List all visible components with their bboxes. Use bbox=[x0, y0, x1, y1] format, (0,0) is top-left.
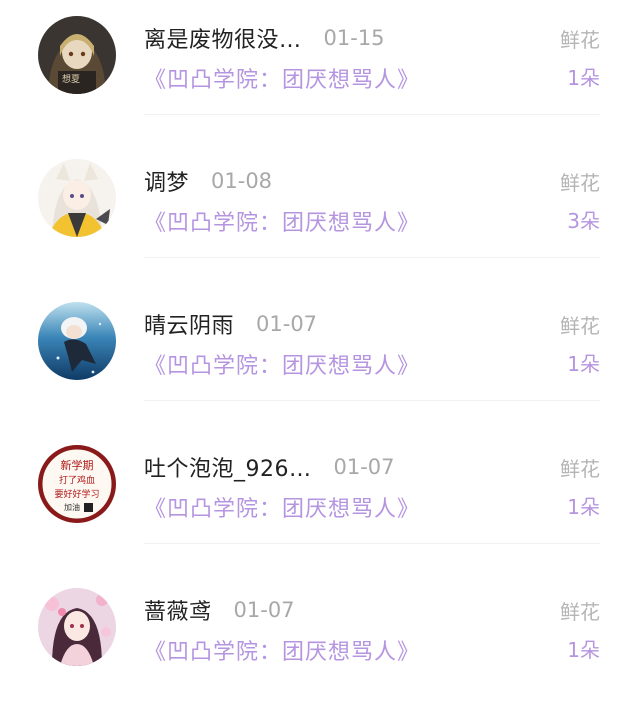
user-name[interactable]: 吐个泡泡_926… bbox=[144, 451, 312, 483]
gift-type-label: 鲜花 bbox=[560, 600, 600, 624]
avatar[interactable] bbox=[38, 159, 116, 237]
name-line: 离是废物很没… 01-15 bbox=[144, 22, 385, 54]
avatar-caption-line-4: 加油 bbox=[64, 502, 80, 512]
list-item[interactable]: 想夏 离是废物很没… 01-15 《凹凸学院：团厌想骂人》 鲜花 1朵 bbox=[0, 0, 640, 143]
name-line: 蔷薇鸢 01-07 bbox=[144, 594, 295, 626]
book-title[interactable]: 《凹凸学院：团厌想骂人》 bbox=[144, 62, 420, 94]
divider bbox=[144, 114, 600, 115]
avatar-image bbox=[38, 588, 116, 666]
gift-type-label: 鲜花 bbox=[560, 28, 600, 52]
gift-count: 1朵 bbox=[567, 352, 600, 376]
avatar-image bbox=[38, 302, 116, 380]
user-name[interactable]: 调梦 bbox=[144, 165, 189, 197]
avatar[interactable]: 新学期 打了鸡血 要好好学习 加油 bbox=[38, 445, 116, 523]
avatar-caption: 想夏 bbox=[62, 73, 80, 85]
book-title[interactable]: 《凹凸学院：团厌想骂人》 bbox=[144, 205, 420, 237]
list-item[interactable]: 新学期 打了鸡血 要好好学习 加油 吐个泡泡_926… 01-07 《凹凸学院：… bbox=[0, 429, 640, 572]
gift-date: 01-07 bbox=[333, 455, 395, 479]
gift-date: 01-07 bbox=[233, 598, 295, 622]
avatar-caption-line-3: 要好好学习 bbox=[54, 488, 99, 500]
avatar-caption-line-1: 新学期 bbox=[61, 458, 94, 472]
name-line: 吐个泡泡_926… 01-07 bbox=[144, 451, 395, 483]
flower-gift-list: 想夏 离是废物很没… 01-15 《凹凸学院：团厌想骂人》 鲜花 1朵 调梦 0… bbox=[0, 0, 640, 698]
gift-count: 1朵 bbox=[567, 495, 600, 519]
divider bbox=[144, 543, 600, 544]
avatar[interactable] bbox=[38, 302, 116, 380]
user-name[interactable]: 蔷薇鸢 bbox=[144, 594, 212, 626]
avatar-image: 新学期 打了鸡血 要好好学习 加油 bbox=[38, 445, 116, 523]
gift-type-label: 鲜花 bbox=[560, 314, 600, 338]
gift-count: 1朵 bbox=[567, 638, 600, 662]
user-name[interactable]: 离是废物很没… bbox=[144, 22, 302, 54]
divider bbox=[144, 400, 600, 401]
avatar-image: 想夏 bbox=[38, 16, 116, 94]
user-name[interactable]: 晴云阴雨 bbox=[144, 308, 234, 340]
avatar-image bbox=[38, 159, 116, 237]
book-title[interactable]: 《凹凸学院：团厌想骂人》 bbox=[144, 634, 420, 666]
name-line: 调梦 01-08 bbox=[144, 165, 272, 197]
list-item[interactable]: 蔷薇鸢 01-07 《凹凸学院：团厌想骂人》 鲜花 1朵 bbox=[0, 572, 640, 715]
book-title[interactable]: 《凹凸学院：团厌想骂人》 bbox=[144, 491, 420, 523]
name-line: 晴云阴雨 01-07 bbox=[144, 308, 317, 340]
book-title[interactable]: 《凹凸学院：团厌想骂人》 bbox=[144, 348, 420, 380]
divider bbox=[144, 257, 600, 258]
gift-date: 01-15 bbox=[323, 26, 385, 50]
list-item[interactable]: 调梦 01-08 《凹凸学院：团厌想骂人》 鲜花 3朵 bbox=[0, 143, 640, 286]
gift-type-label: 鲜花 bbox=[560, 457, 600, 481]
list-item[interactable]: 晴云阴雨 01-07 《凹凸学院：团厌想骂人》 鲜花 1朵 bbox=[0, 286, 640, 429]
avatar[interactable]: 想夏 bbox=[38, 16, 116, 94]
gift-type-label: 鲜花 bbox=[560, 171, 600, 195]
avatar-caption-line-2: 打了鸡血 bbox=[59, 474, 95, 486]
avatar[interactable] bbox=[38, 588, 116, 666]
gift-date: 01-07 bbox=[256, 312, 318, 336]
gift-date: 01-08 bbox=[211, 169, 273, 193]
gift-count: 3朵 bbox=[567, 209, 600, 233]
gift-count: 1朵 bbox=[567, 66, 600, 90]
